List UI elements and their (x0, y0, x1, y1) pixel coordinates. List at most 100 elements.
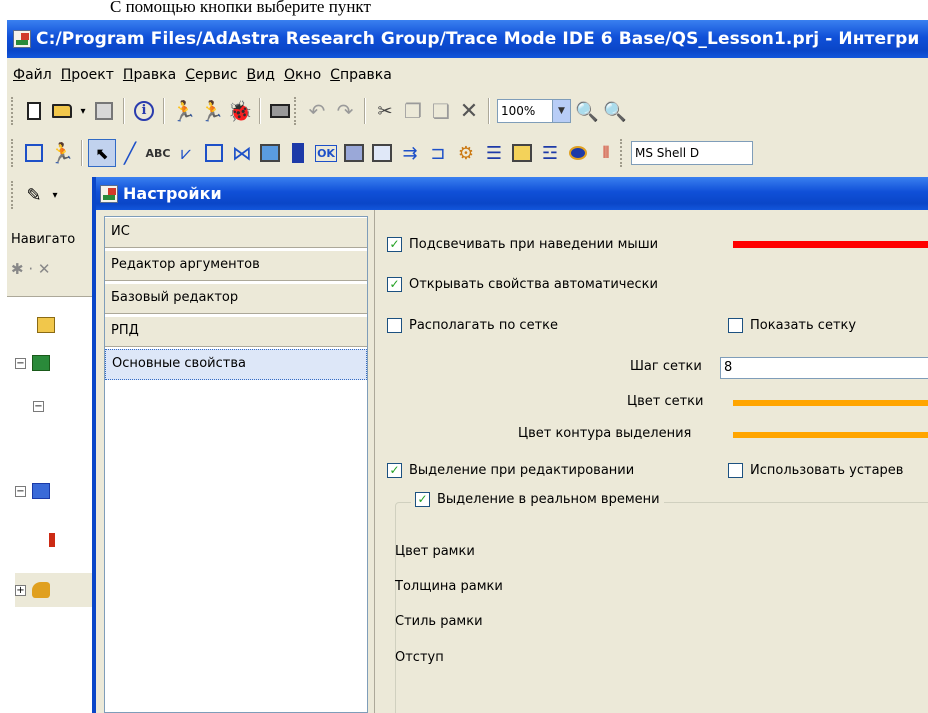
zoom-out-button[interactable]: 🔍 (601, 97, 629, 125)
redo-icon: ↷ (336, 99, 354, 123)
toolbar-grip[interactable] (11, 97, 16, 125)
tree-node-system[interactable]: − (15, 355, 50, 371)
highlight-color-swatch[interactable] (733, 241, 928, 248)
highlight-on-hover-checkbox[interactable] (387, 237, 402, 252)
tree-node-sources[interactable]: − (15, 483, 50, 499)
frame-button[interactable] (20, 139, 48, 167)
select-on-edit-option[interactable]: Выделение при редактировании (387, 463, 634, 478)
save-button[interactable] (90, 97, 118, 125)
indicator-tool-button[interactable] (340, 139, 368, 167)
toolbar-grip[interactable] (294, 97, 299, 125)
window-titlebar[interactable]: C:/Program Files/AdAstra Research Group/… (7, 20, 928, 58)
dialog-body: ИС Редактор аргументов Базовый редактор … (96, 210, 928, 713)
new-document-button[interactable] (20, 97, 48, 125)
cut-button[interactable]: ✂ (371, 97, 399, 125)
menu-project[interactable]: Проект (61, 67, 114, 83)
menu-edit[interactable]: Правка (123, 67, 176, 83)
image-tool-button[interactable] (256, 139, 284, 167)
open-props-auto-checkbox[interactable] (387, 277, 402, 292)
open-button[interactable] (48, 97, 76, 125)
highlight-on-hover-option[interactable]: Подсвечивать при наведении мыши (387, 237, 658, 252)
copy-button[interactable]: ❐ (399, 97, 427, 125)
show-grid-checkbox[interactable] (728, 318, 743, 333)
category-rpd[interactable]: РПД (105, 316, 367, 347)
menu-file[interactable]: Файл (13, 67, 52, 83)
table-tool-button[interactable]: ☰ (480, 139, 508, 167)
tree-node-project[interactable] (37, 317, 55, 333)
menu-service[interactable]: Сервис (185, 67, 237, 83)
open-props-auto-option[interactable]: Открывать свойства автоматически (387, 277, 658, 292)
pen-color-button[interactable]: ✎ (20, 181, 48, 209)
tree-node-sub[interactable]: − (33, 401, 50, 412)
select-on-edit-checkbox[interactable] (387, 463, 402, 478)
toolbar-grip[interactable] (11, 181, 16, 209)
print-button[interactable] (266, 97, 294, 125)
paste-button[interactable]: ❏ (427, 97, 455, 125)
use-legacy-checkbox[interactable] (728, 463, 743, 478)
tree-node-library[interactable]: + (15, 573, 95, 607)
zoom-in-button[interactable]: 🔍 (573, 97, 601, 125)
pen-dropdown-arrow[interactable]: ▾ (48, 181, 62, 209)
align-tool-button[interactable]: ⦀ (592, 139, 620, 167)
trend-tool-button[interactable] (368, 139, 396, 167)
font-select[interactable]: MS Shell D (631, 141, 753, 165)
step-button[interactable]: 🏃 (198, 97, 226, 125)
dialog-titlebar[interactable]: Настройки (96, 177, 928, 210)
bar-tool-button[interactable] (284, 139, 312, 167)
tree-node-child[interactable] (49, 533, 55, 547)
pointer-tool-button[interactable]: ⬉ (88, 139, 116, 167)
new-item-icon[interactable]: ✱ (11, 260, 24, 278)
show-grid-option[interactable]: Показать сетку (728, 318, 856, 333)
switch-tool-button[interactable]: ⊐ (424, 139, 452, 167)
use-legacy-option[interactable]: Использовать устарев (728, 463, 903, 478)
undo-button[interactable]: ↶ (303, 97, 331, 125)
printer-icon (270, 104, 290, 118)
zoom-in-icon: 🔍 (575, 100, 599, 123)
line-tool-button[interactable]: ╱ (116, 139, 144, 167)
category-is[interactable]: ИС (105, 217, 367, 248)
chart-tool-button[interactable] (508, 139, 536, 167)
collapse-icon[interactable]: − (33, 401, 44, 412)
category-arg-editor[interactable]: Редактор аргументов (105, 250, 367, 281)
sources-icon (32, 483, 50, 499)
menu-window[interactable]: Окно (284, 67, 321, 83)
valve-tool-button[interactable]: ⋈ (228, 139, 256, 167)
toolbar-grip[interactable] (620, 139, 625, 167)
gauge-tool-button[interactable]: ⚙ (452, 139, 480, 167)
chevron-down-icon[interactable]: ▼ (552, 100, 570, 122)
open-dropdown-arrow[interactable]: ▾ (76, 97, 90, 125)
grid-step-input[interactable]: 8 (720, 357, 928, 379)
slider-tool-button[interactable]: ⇉ (396, 139, 424, 167)
redo-button[interactable]: ↷ (331, 97, 359, 125)
snap-to-grid-checkbox[interactable] (387, 318, 402, 333)
debug-button[interactable]: 🐞 (226, 97, 254, 125)
polyline-tool-button[interactable]: ⩗ (172, 139, 200, 167)
run-button[interactable]: 🏃 (170, 97, 198, 125)
menu-help[interactable]: Справка (330, 67, 392, 83)
grid-color-swatch[interactable] (733, 400, 928, 406)
selection-color-swatch[interactable] (733, 432, 928, 438)
runner-button[interactable]: 🏃 (48, 139, 76, 167)
properties-panel: Подсвечивать при наведении мыши Открыват… (374, 210, 928, 713)
rectangle-tool-button[interactable] (200, 139, 228, 167)
realtime-selection-option[interactable]: Выделение в реальном времени (411, 492, 664, 507)
snap-to-grid-option[interactable]: Располагать по сетке (387, 318, 558, 333)
expand-icon[interactable]: + (15, 584, 26, 596)
delete-button[interactable]: ✕ (455, 97, 483, 125)
category-base-editor[interactable]: Базовый редактор (105, 283, 367, 314)
info-button[interactable]: i (130, 97, 158, 125)
zoom-select[interactable]: 100% ▼ (497, 99, 571, 123)
hist-tool-button[interactable]: ☲ (536, 139, 564, 167)
toolbar-grip[interactable] (11, 139, 16, 167)
delete-item-icon[interactable]: ✕ (38, 260, 51, 278)
collapse-icon[interactable]: − (15, 357, 26, 369)
table-icon: ☰ (485, 142, 503, 164)
menu-view[interactable]: Вид (247, 67, 275, 83)
realtime-selection-checkbox[interactable] (415, 492, 430, 507)
category-main-props[interactable]: Основные свойства (105, 349, 367, 380)
text-tool-button[interactable]: ABC (144, 139, 172, 167)
ok-button-tool[interactable]: OK (312, 139, 340, 167)
collapse-icon[interactable]: − (15, 485, 26, 497)
tank-tool-button[interactable] (564, 139, 592, 167)
align-icon: ⦀ (602, 143, 610, 162)
